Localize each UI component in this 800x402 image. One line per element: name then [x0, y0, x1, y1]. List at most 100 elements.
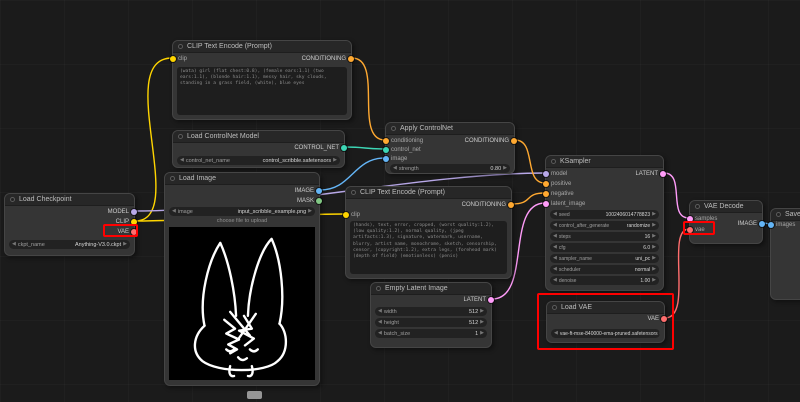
conditioning-port-icon[interactable]	[511, 138, 517, 144]
widget-width[interactable]: width 512	[375, 307, 487, 316]
image-port-icon[interactable]	[316, 188, 322, 194]
widget-sampler-name[interactable]: sampler_name uni_pc	[550, 254, 659, 263]
latent-port-icon[interactable]	[660, 171, 666, 177]
conditioning-port-icon[interactable]	[543, 181, 549, 187]
next-value-arrow-icon[interactable]	[652, 223, 656, 228]
output-slot-control-net[interactable]: CONTROL_NET	[294, 143, 347, 153]
vae-port-icon[interactable]	[687, 227, 693, 233]
widget-seed[interactable]: seed 1002406014778823	[550, 210, 659, 219]
output-slot-model[interactable]: MODEL	[108, 207, 137, 217]
collapse-dot-icon[interactable]	[170, 176, 175, 181]
prompt-text-input[interactable]: (hands), text, error, cropped, (worst qu…	[350, 221, 507, 274]
next-value-arrow-icon[interactable]	[308, 209, 312, 214]
widget-ckpt-name[interactable]: ckpt_name Anything-V3.0.ckpt	[9, 240, 130, 249]
node-load-checkpoint[interactable]: Load Checkpoint MODEL CLIP VAE ckpt_name…	[4, 193, 137, 256]
node-title-bar[interactable]: Load ControlNet Model	[173, 131, 344, 143]
widget-steps[interactable]: steps 16	[550, 232, 659, 241]
control-net-port-icon[interactable]	[341, 145, 347, 151]
clip-port-icon[interactable]	[343, 212, 349, 218]
wire-applied-conditioning[interactable]	[514, 139, 546, 184]
prev-value-arrow-icon[interactable]	[553, 234, 557, 239]
latent-port-icon[interactable]	[543, 201, 549, 207]
input-slot-positive[interactable]: positive	[543, 179, 571, 189]
prev-value-arrow-icon[interactable]	[553, 212, 557, 217]
prev-value-arrow-icon[interactable]	[393, 166, 397, 171]
conditioning-port-icon[interactable]	[543, 191, 549, 197]
prev-value-arrow-icon[interactable]	[378, 331, 382, 336]
vae-port-icon[interactable]	[661, 316, 667, 322]
prev-value-arrow-icon[interactable]	[378, 320, 382, 325]
collapse-dot-icon[interactable]	[551, 159, 556, 164]
upload-button[interactable]: choose file to upload	[169, 218, 315, 224]
conditioning-port-icon[interactable]	[348, 56, 354, 62]
prompt-text-input[interactable]: (wata) girl (flat chest:0.8), (female ea…	[177, 67, 347, 115]
image-port-icon[interactable]	[768, 222, 774, 228]
next-value-arrow-icon[interactable]	[480, 320, 484, 325]
prev-value-arrow-icon[interactable]	[553, 267, 557, 272]
conditioning-port-icon[interactable]	[508, 202, 514, 208]
output-slot-image[interactable]: IMAGE	[738, 219, 765, 229]
collapse-dot-icon[interactable]	[178, 44, 183, 49]
next-value-arrow-icon[interactable]	[652, 245, 656, 250]
node-ksampler[interactable]: KSampler model positive negative latent_…	[543, 155, 666, 291]
next-value-arrow-icon[interactable]	[480, 331, 484, 336]
output-slot-vae[interactable]: VAE	[647, 314, 667, 324]
input-slot-clip[interactable]: clip	[170, 54, 187, 64]
wire-vae-to-decode[interactable]	[664, 228, 690, 319]
node-vae-decode[interactable]: VAE Decode samples vae IMAGE	[687, 200, 765, 244]
output-slot-clip[interactable]: CLIP	[116, 217, 137, 227]
node-clip-text-encode-positive[interactable]: CLIP Text Encode (Prompt) clip CONDITION…	[170, 40, 354, 120]
node-apply-controlnet[interactable]: Apply ControlNet conditioning control_ne…	[383, 122, 517, 174]
prev-value-arrow-icon[interactable]	[554, 331, 558, 336]
mask-port-icon[interactable]	[316, 198, 322, 204]
prev-value-arrow-icon[interactable]	[172, 209, 176, 214]
model-port-icon[interactable]	[131, 209, 137, 215]
collapse-dot-icon[interactable]	[351, 190, 356, 195]
wire-ksampler-to-vae-decode[interactable]	[663, 172, 690, 219]
next-value-arrow-icon[interactable]	[652, 234, 656, 239]
prev-value-arrow-icon[interactable]	[553, 223, 557, 228]
node-load-image[interactable]: Load Image IMAGE MASK image input_scribb…	[164, 172, 322, 386]
input-slot-images[interactable]: images	[768, 220, 795, 230]
collapse-dot-icon[interactable]	[10, 197, 15, 202]
conditioning-port-icon[interactable]	[383, 138, 389, 144]
next-value-arrow-icon[interactable]	[652, 267, 656, 272]
input-slot-negative[interactable]: negative	[543, 189, 574, 199]
prev-value-arrow-icon[interactable]	[553, 245, 557, 250]
next-value-arrow-icon[interactable]	[652, 278, 656, 283]
node-title-bar[interactable]: CLIP Text Encode (Prompt)	[346, 187, 511, 199]
clip-port-icon[interactable]	[170, 56, 176, 62]
node-empty-latent-image[interactable]: Empty Latent Image LATENT width 512 heig…	[370, 282, 494, 348]
next-value-arrow-icon[interactable]	[333, 158, 337, 163]
image-port-icon[interactable]	[383, 156, 389, 162]
prev-value-arrow-icon[interactable]	[378, 309, 382, 314]
input-slot-vae[interactable]: vae	[687, 225, 705, 235]
prev-value-arrow-icon[interactable]	[553, 256, 557, 261]
widget-image-filename[interactable]: image input_scribble_example.png	[169, 207, 315, 216]
input-slot-latent-image[interactable]: latent_image	[543, 199, 585, 209]
widget-batch-size[interactable]: batch_size 1	[375, 329, 487, 338]
latent-port-icon[interactable]	[488, 297, 494, 303]
node-load-controlnet-model[interactable]: Load ControlNet Model CONTROL_NET contro…	[172, 130, 347, 168]
vae-port-icon[interactable]	[131, 229, 137, 235]
widget-denoise[interactable]: denoise 1.00	[550, 276, 659, 285]
output-slot-conditioning[interactable]: CONDITIONING	[465, 136, 517, 146]
model-port-icon[interactable]	[543, 171, 549, 177]
prev-value-arrow-icon[interactable]	[553, 278, 557, 283]
output-slot-image[interactable]: IMAGE	[295, 186, 322, 196]
collapse-dot-icon[interactable]	[391, 126, 396, 131]
next-value-arrow-icon[interactable]	[123, 242, 127, 247]
node-title-bar[interactable]: VAE Decode	[690, 201, 762, 213]
output-slot-conditioning[interactable]: CONDITIONING	[302, 54, 354, 64]
input-slot-samples[interactable]: samples	[687, 214, 717, 224]
collapse-dot-icon[interactable]	[552, 305, 557, 310]
output-slot-latent[interactable]: LATENT	[635, 169, 666, 179]
node-title-bar[interactable]: CLIP Text Encode (Prompt)	[173, 41, 351, 53]
widget-scheduler[interactable]: scheduler normal	[550, 265, 659, 274]
node-load-vae[interactable]: Load VAE VAE vae-ft-mse-840000-ema-prune…	[546, 301, 667, 343]
latent-port-icon[interactable]	[687, 216, 693, 222]
image-port-icon[interactable]	[759, 221, 765, 227]
input-slot-clip[interactable]: clip	[343, 210, 360, 220]
wire-positive-conditioning[interactable]	[351, 57, 386, 141]
widget-vae-name[interactable]: vae-ft-mse-840000-ema-pruned.safetensors	[551, 329, 660, 338]
